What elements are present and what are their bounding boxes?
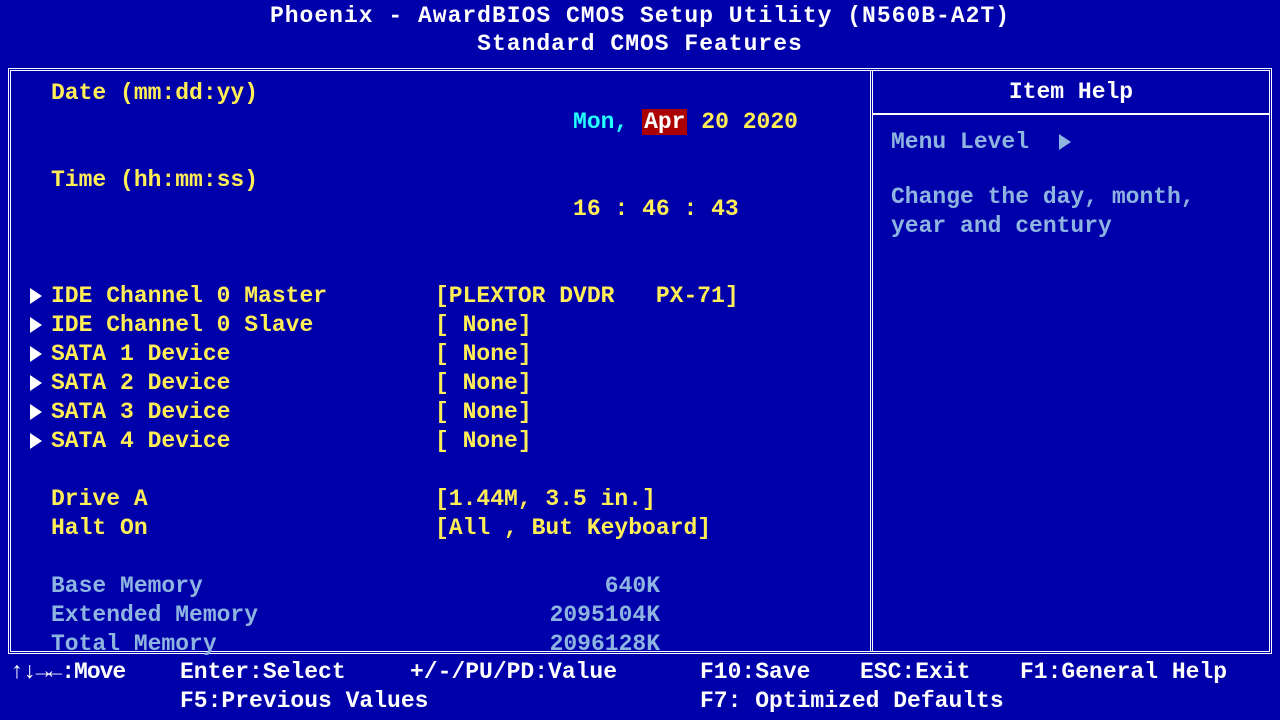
sata4-row[interactable]: SATA 4 Device [ None] bbox=[21, 427, 860, 456]
menu-level-row: Menu Level bbox=[891, 129, 1251, 155]
time-hh[interactable]: 16 bbox=[573, 196, 601, 222]
ide0-master-value[interactable]: [PLEXTOR DVDR PX-71] bbox=[435, 282, 860, 311]
hint-move: ↑↓→←:Move bbox=[10, 658, 180, 687]
submenu-icon bbox=[30, 375, 42, 391]
hint-optimized-defaults: F7: Optimized Defaults bbox=[700, 687, 1004, 716]
sata4-label: SATA 4 Device bbox=[51, 427, 435, 456]
bios-title: Phoenix - AwardBIOS CMOS Setup Utility (… bbox=[0, 0, 1280, 58]
sata4-value[interactable]: [ None] bbox=[435, 427, 860, 456]
ide0-slave-row[interactable]: IDE Channel 0 Slave [ None] bbox=[21, 311, 860, 340]
submenu-icon bbox=[30, 317, 42, 333]
help-title: Item Help bbox=[873, 71, 1269, 115]
submenu-icon bbox=[30, 404, 42, 420]
submenu-icon bbox=[30, 288, 42, 304]
submenu-icon bbox=[1059, 134, 1071, 150]
drive-a-row[interactable]: Drive A [1.44M, 3.5 in.] bbox=[21, 485, 860, 514]
content-box: Date (mm:dd:yy) Mon, Apr 20 2020 Time (h… bbox=[8, 68, 1272, 654]
extended-memory-value: 2095104K bbox=[435, 601, 860, 630]
base-memory-row: Base Memory 640K bbox=[21, 572, 860, 601]
sata2-row[interactable]: SATA 2 Device [ None] bbox=[21, 369, 860, 398]
drive-a-value[interactable]: [1.44M, 3.5 in.] bbox=[435, 485, 860, 514]
date-year[interactable]: 2020 bbox=[743, 109, 798, 135]
help-text: Change the day, month, year and century bbox=[891, 183, 1251, 241]
total-memory-label: Total Memory bbox=[51, 630, 435, 659]
title-line-2: Standard CMOS Features bbox=[0, 30, 1280, 58]
hint-exit: ESC:Exit bbox=[860, 658, 1020, 687]
main-panel: Date (mm:dd:yy) Mon, Apr 20 2020 Time (h… bbox=[11, 71, 873, 651]
sata1-label: SATA 1 Device bbox=[51, 340, 435, 369]
sata1-value[interactable]: [ None] bbox=[435, 340, 860, 369]
time-mm[interactable]: 46 bbox=[642, 196, 670, 222]
base-memory-label: Base Memory bbox=[51, 572, 435, 601]
date-day[interactable]: 20 bbox=[701, 109, 729, 135]
time-value[interactable]: 16 : 46 : 43 bbox=[435, 166, 860, 253]
hint-save: F10:Save bbox=[700, 658, 860, 687]
time-ss[interactable]: 43 bbox=[711, 196, 739, 222]
base-memory-value: 640K bbox=[435, 572, 860, 601]
hint-value: +/-/PU/PD:Value bbox=[410, 658, 700, 687]
date-weekday: Mon, bbox=[573, 109, 628, 135]
total-memory-row: Total Memory 2096128K bbox=[21, 630, 860, 659]
ide0-master-row[interactable]: IDE Channel 0 Master [PLEXTOR DVDR PX-71… bbox=[21, 282, 860, 311]
halt-on-row[interactable]: Halt On [All , But Keyboard] bbox=[21, 514, 860, 543]
sata3-row[interactable]: SATA 3 Device [ None] bbox=[21, 398, 860, 427]
sata3-label: SATA 3 Device bbox=[51, 398, 435, 427]
hint-previous-values: F5:Previous Values bbox=[180, 687, 700, 716]
title-line-1: Phoenix - AwardBIOS CMOS Setup Utility (… bbox=[0, 2, 1280, 30]
sata2-value[interactable]: [ None] bbox=[435, 369, 860, 398]
date-row[interactable]: Date (mm:dd:yy) Mon, Apr 20 2020 bbox=[21, 79, 860, 166]
date-month-selected[interactable]: Apr bbox=[642, 109, 687, 135]
ide0-slave-value[interactable]: [ None] bbox=[435, 311, 860, 340]
extended-memory-label: Extended Memory bbox=[51, 601, 435, 630]
total-memory-value: 2096128K bbox=[435, 630, 860, 659]
sata3-value[interactable]: [ None] bbox=[435, 398, 860, 427]
drive-a-label: Drive A bbox=[51, 485, 435, 514]
help-panel: Item Help Menu Level Change the day, mon… bbox=[873, 71, 1269, 651]
hint-general-help: F1:General Help bbox=[1020, 658, 1227, 687]
ide0-slave-label: IDE Channel 0 Slave bbox=[51, 311, 435, 340]
sata1-row[interactable]: SATA 1 Device [ None] bbox=[21, 340, 860, 369]
halt-on-value[interactable]: [All , But Keyboard] bbox=[435, 514, 860, 543]
extended-memory-row: Extended Memory 2095104K bbox=[21, 601, 860, 630]
submenu-icon bbox=[30, 346, 42, 362]
submenu-icon bbox=[30, 433, 42, 449]
ide0-master-label: IDE Channel 0 Master bbox=[51, 282, 435, 311]
time-row[interactable]: Time (hh:mm:ss) 16 : 46 : 43 bbox=[21, 166, 860, 253]
sata2-label: SATA 2 Device bbox=[51, 369, 435, 398]
time-label: Time (hh:mm:ss) bbox=[51, 166, 435, 253]
footer-hints: ↑↓→←:Move Enter:Select +/-/PU/PD:Value F… bbox=[0, 658, 1280, 720]
hint-select: Enter:Select bbox=[180, 658, 410, 687]
menu-level-label: Menu Level bbox=[891, 129, 1029, 155]
date-label: Date (mm:dd:yy) bbox=[51, 79, 435, 166]
halt-on-label: Halt On bbox=[51, 514, 435, 543]
date-value[interactable]: Mon, Apr 20 2020 bbox=[435, 79, 860, 166]
